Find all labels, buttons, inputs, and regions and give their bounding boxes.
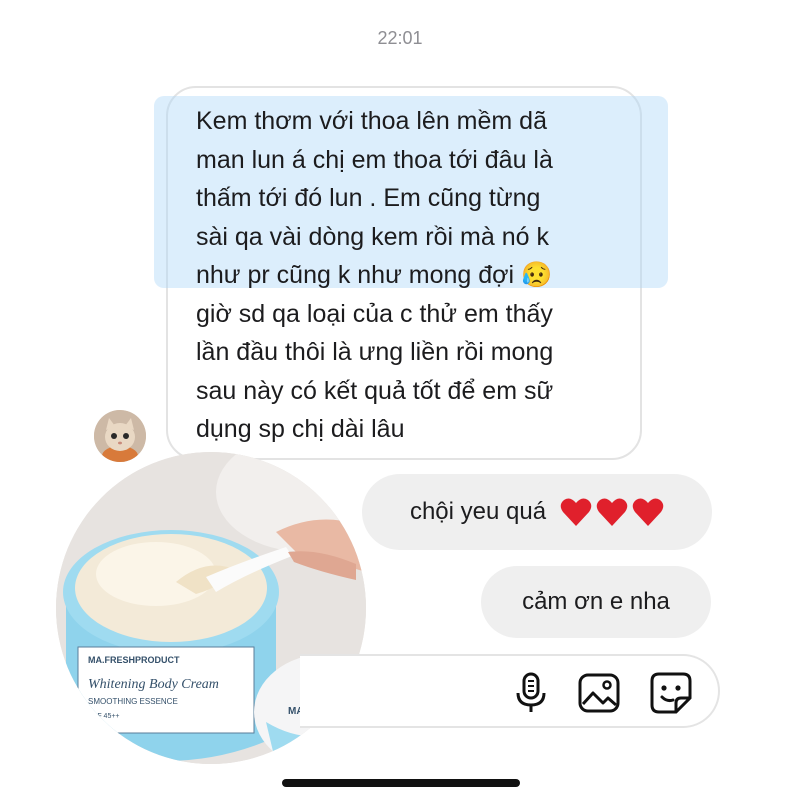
microphone-icon[interactable]: [506, 668, 556, 718]
sent-message-text: chội yeu quá: [409, 498, 547, 525]
image-icon[interactable]: [574, 668, 624, 718]
sent-message-text: cảm ơn e nha: [522, 588, 670, 615]
label-spf: SPF 45++: [88, 713, 120, 720]
home-indicator[interactable]: [282, 779, 520, 787]
sent-message-bubble[interactable]: chội yeu quá: [362, 474, 712, 550]
heart-emojis: [560, 497, 664, 527]
contact-avatar[interactable]: [94, 410, 146, 462]
chat-screen: 22:01 Kem thơm với thoa lên mềm dã man l…: [0, 0, 800, 800]
sticker-icon[interactable]: [646, 668, 696, 718]
cat-avatar-image: [94, 410, 146, 462]
message-timestamp: 22:01: [377, 28, 423, 48]
heart-icon: [596, 498, 628, 526]
sent-message-bubble[interactable]: cảm ơn e nha: [481, 566, 711, 638]
label-brand: MA.FRESHPRODUCT: [88, 655, 180, 665]
heart-icon: [560, 498, 592, 526]
received-message-text: Kem thơm với thoa lên mềm dã man lun á c…: [196, 107, 554, 443]
heart-icon: [632, 498, 664, 526]
label-product-name: Whitening Body Cream: [88, 677, 219, 692]
label-subtitle: SMOOTHING ESSENCE: [88, 697, 178, 706]
